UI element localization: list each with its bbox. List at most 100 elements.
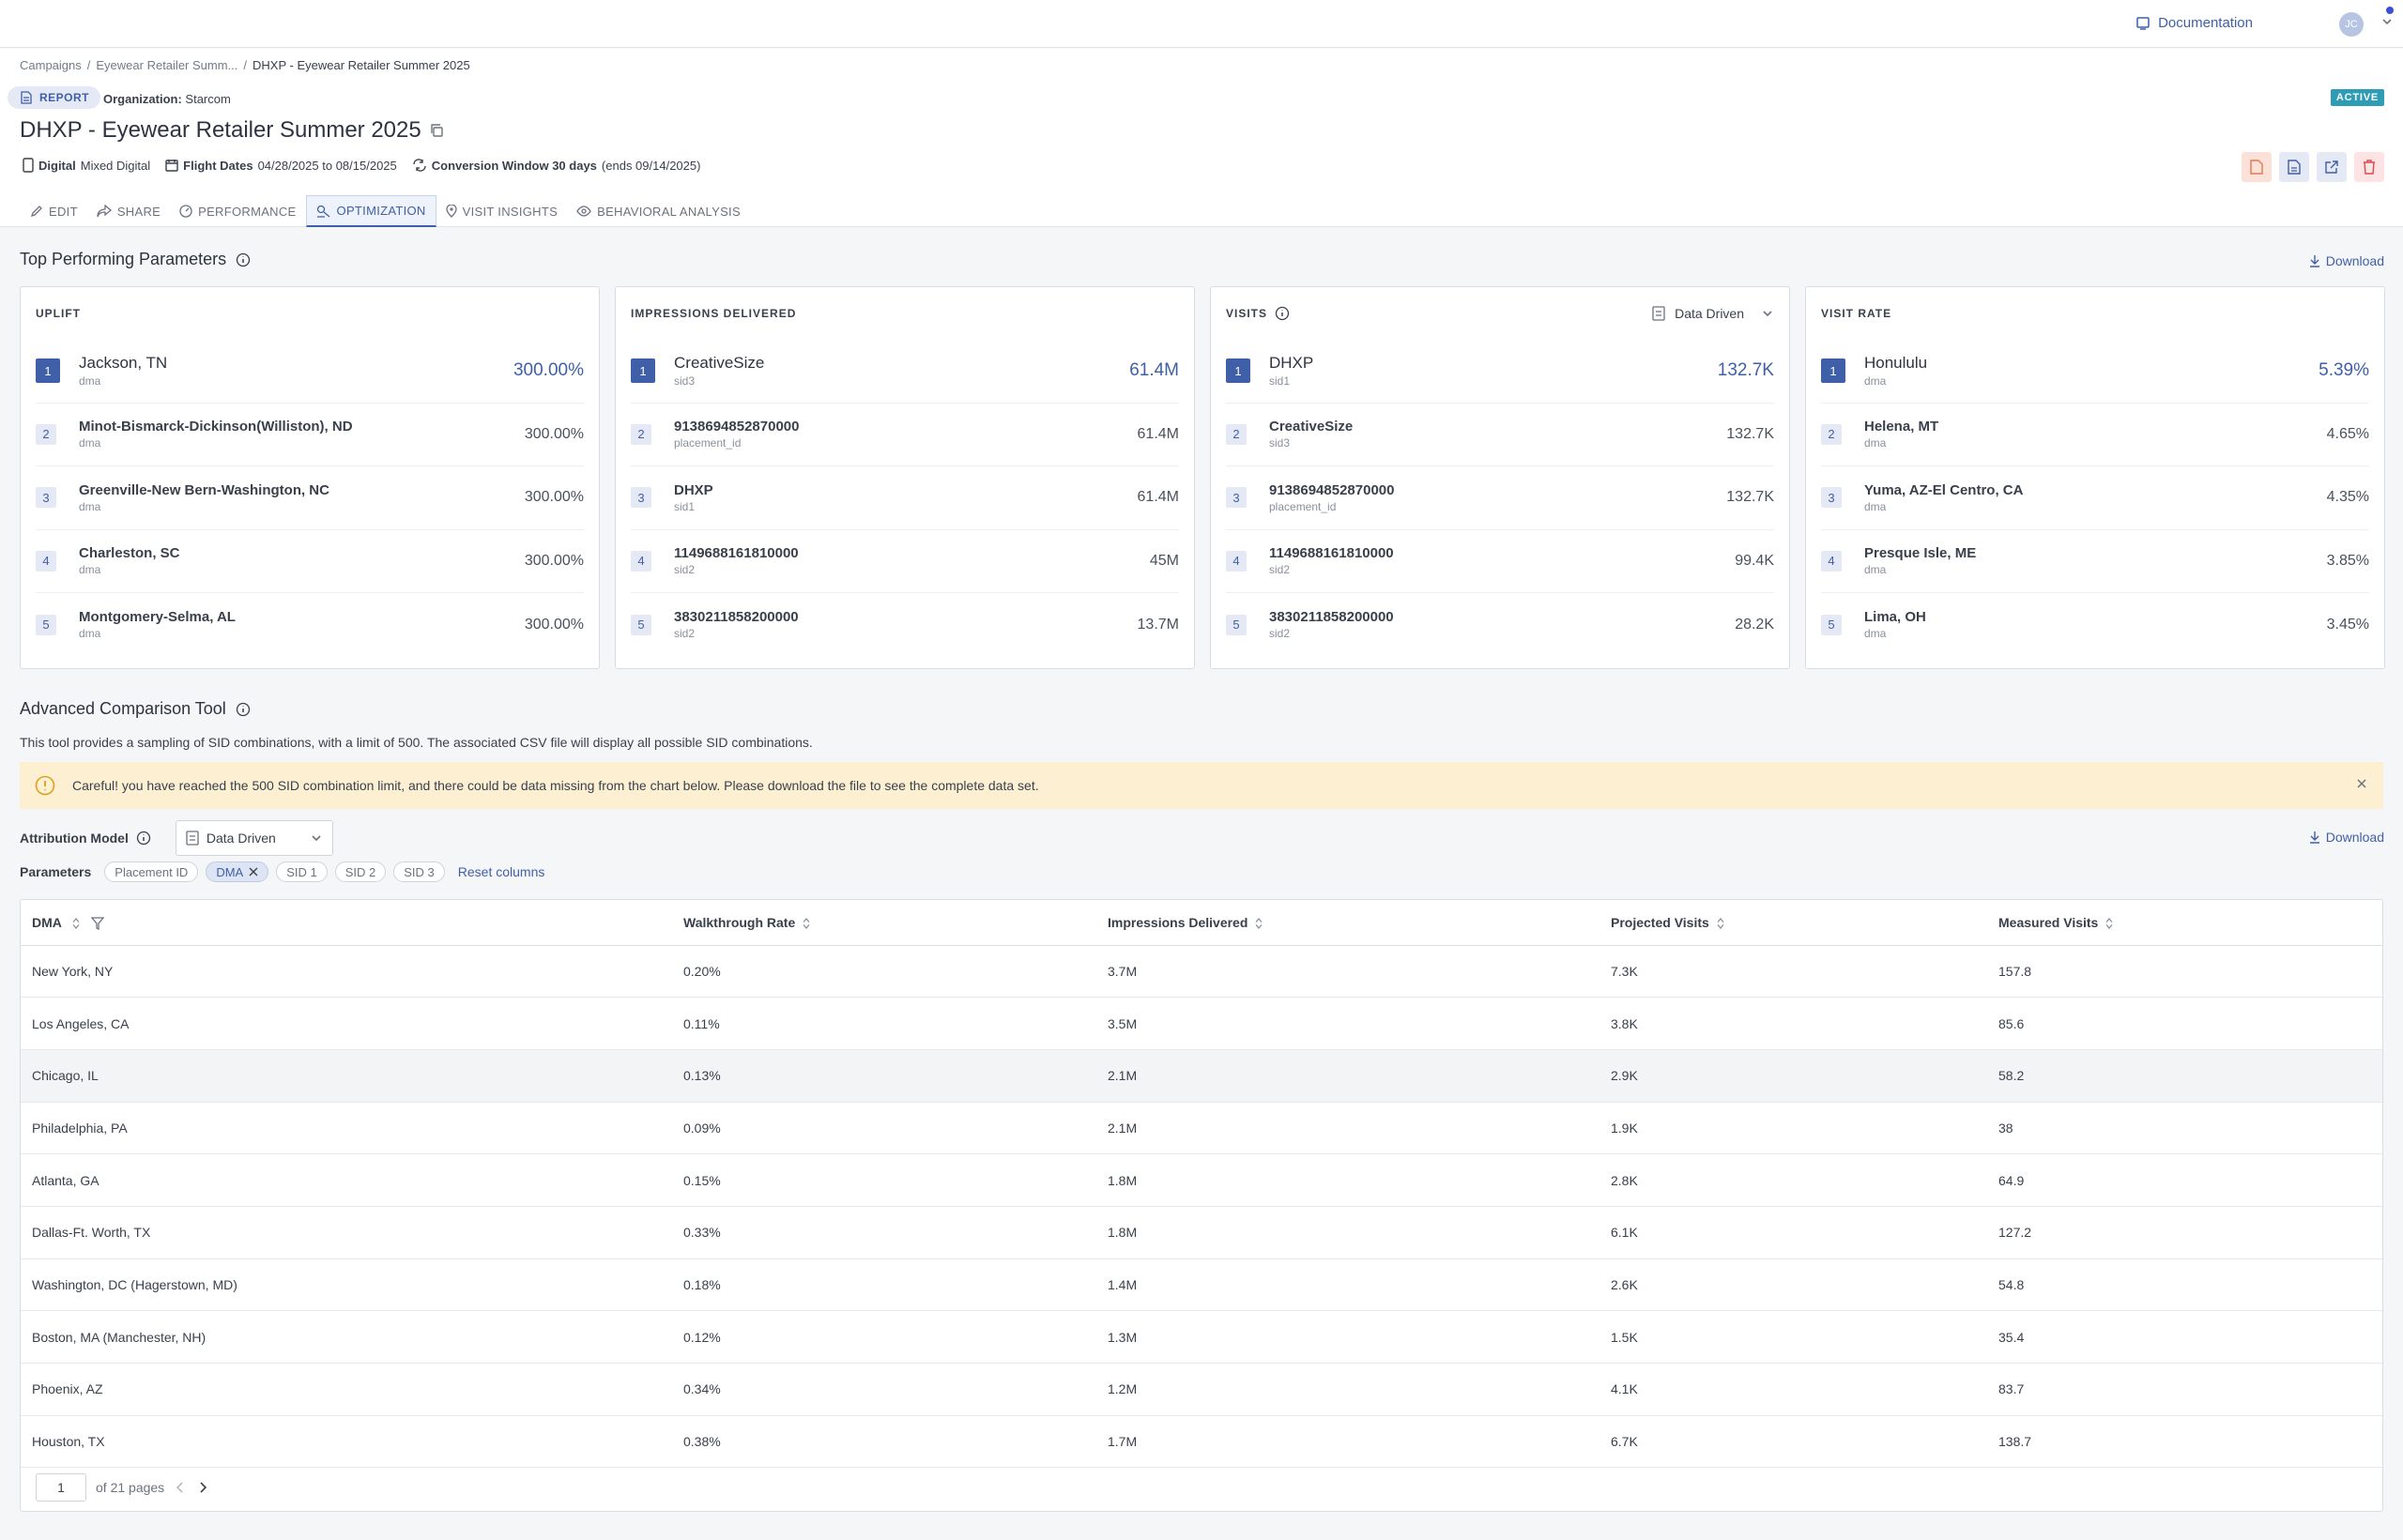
card-title: VISIT RATE [1821,307,1892,320]
share-external-button[interactable] [2317,152,2347,182]
table-row[interactable]: Dallas-Ft. Worth, TX 0.33% 1.8M 6.1K 127.2 [21,1206,2382,1259]
export-file-button[interactable] [2279,152,2309,182]
page-title: DHXP - Eyewear Retailer Summer 2025 [20,117,444,144]
visits-model-dropdown[interactable]: Data Driven [1652,306,1774,321]
chip-sid-3[interactable]: SID 3 [393,861,445,882]
sort-icon[interactable] [803,918,810,930]
sort-icon[interactable] [2105,918,2113,930]
list-item: 1 Jackson, TN dma 300.00% [36,340,584,404]
organization: Organization: Starcom [103,92,231,106]
location-pin-icon [445,205,457,218]
chevron-left-icon[interactable] [174,1481,187,1494]
eye-icon [576,206,591,217]
tab-edit[interactable]: EDIT [21,195,87,227]
column-header-dma[interactable]: DMA [21,900,672,946]
chevron-down-icon [1763,311,1772,317]
list-item: 2 CreativeSize sid3 132.7K [1226,404,1774,466]
file-icon [2288,160,2301,175]
chevron-down-icon [312,835,321,842]
list-item: 1 Honululu dma 5.39% [1821,340,2369,404]
list-item: 4 Presque Isle, ME dma 3.85% [1821,530,2369,593]
tab-share[interactable]: SHARE [87,195,170,227]
column-header-measured-visits[interactable]: Measured Visits [1987,900,2382,946]
close-icon[interactable] [2355,777,2368,790]
calendar-icon [165,160,178,172]
tab-optimization[interactable]: OPTIMIZATION [305,195,436,227]
table-row[interactable]: Atlanta, GA 0.15% 1.8M 2.8K 64.9 [21,1153,2382,1207]
reset-columns-link[interactable]: Reset columns [458,864,545,879]
filter-icon[interactable] [91,917,105,930]
card-title: IMPRESSIONS DELIVERED [631,307,797,320]
top-params-title: Top Performing Parameters [20,250,251,269]
breadcrumb-campaign-group[interactable]: Eyewear Retailer Summ... [96,58,237,72]
copy-icon[interactable] [429,123,444,138]
card-uplift: UPLIFT 1 Jackson, TN dma 300.00% 2 Minot-Bis… [20,286,600,669]
info-icon[interactable] [236,702,251,717]
chevron-right-icon[interactable] [196,1481,209,1494]
breadcrumb: Campaigns / Eyewear Retailer Summ... / D… [20,58,470,72]
device-icon [23,158,34,173]
list-item: 3 9138694852870000 placement_id 132.7K [1226,466,1774,530]
table-row[interactable]: Washington, DC (Hagerstown, MD) 0.18% 1.4M… [21,1258,2382,1312]
table-row[interactable]: New York, NY 0.20% 3.7M 7.3K 157.8 [21,945,2382,999]
table-row[interactable]: Phoenix, AZ 0.34% 1.2M 4.1K 83.7 [21,1363,2382,1416]
chip-dma[interactable]: DMA [206,861,269,882]
chip-placement-id[interactable]: Placement ID [104,861,199,882]
export-pdf-button[interactable] [2242,152,2272,182]
list-item: 4 Charleston, SC dma 300.00% [36,530,584,593]
user-avatar[interactable]: JC [2339,12,2364,37]
report-icon [21,91,32,104]
card-visit-rate: VISIT RATE 1 Honululu dma 5.39% 2 Helena, MT… [1805,286,2385,669]
attribution-model-row: Attribution Model Data Driven [20,820,333,856]
tab-behavioral-analysis[interactable]: BEHAVIORAL ANALYSIS [567,195,750,227]
card-visits: VISITS Data Driven 1 DHXP sid1 132.7K 2 Crea… [1210,286,1790,669]
chip-sid-2[interactable]: SID 2 [334,861,387,882]
conversion-window: Conversion Window 30 days (ends 09/14/202… [412,159,700,173]
download-icon [2309,255,2319,267]
list-item: 5 Lima, OH dma 3.45% [1821,593,2369,657]
model-icon [1652,306,1665,321]
attribution-model-select[interactable]: Data Driven [175,820,333,856]
model-icon [186,831,199,846]
campaign-meta: Digital Mixed Digital Flight Dates 04/28/2… [23,158,700,173]
close-icon[interactable] [249,867,258,877]
table-row[interactable]: Chicago, IL 0.13% 2.1M 2.9K 58.2 [21,1049,2382,1103]
table-row[interactable]: Philadelphia, PA 0.09% 2.1M 1.9K 38 [21,1102,2382,1155]
info-icon[interactable] [1275,306,1290,321]
list-item: 5 3830211858200000 sid2 28.2K [1226,593,1774,657]
tab-visit-insights[interactable]: VISIT INSIGHTS [436,195,567,227]
documentation-link[interactable]: Documentation [2135,15,2253,31]
documentation-label: Documentation [2158,15,2253,31]
delete-button[interactable] [2354,152,2384,182]
documentation-icon [2136,16,2150,30]
info-icon[interactable] [236,252,251,267]
parameters-row: Parameters Placement ID DMA SID 1 SID 2 … [20,861,544,882]
info-icon[interactable] [136,831,151,846]
column-header-projected-visits[interactable]: Projected Visits [1599,900,1987,946]
sort-icon[interactable] [1717,918,1724,930]
tab-performance[interactable]: PERFORMANCE [170,195,305,227]
top-params-download-button[interactable]: Download [2309,253,2384,268]
chip-sid-1[interactable]: SID 1 [276,861,328,882]
table-row[interactable]: Houston, TX 0.38% 1.7M 6.7K 138.7 [21,1415,2382,1469]
report-tabs: EDIT SHARE PERFORMANCE OPTIMIZATION VISI… [21,195,750,227]
comparison-description: This tool provides a sampling of SID com… [20,735,813,750]
sort-icon[interactable] [72,917,80,929]
refresh-icon [413,159,426,172]
table-row[interactable]: Boston, MA (Manchester, NH) 0.12% 1.3M 1.5K… [21,1310,2382,1364]
download-icon [2309,831,2319,844]
warning-icon [35,775,55,796]
card-title: UPLIFT [36,307,81,320]
comparison-download-button[interactable]: Download [2309,830,2384,845]
column-header-impressions-delivered[interactable]: Impressions Delivered [1096,900,1599,946]
table-row[interactable]: Los Angeles, CA 0.11% 3.5M 3.8K 85.6 [21,997,2382,1050]
pdf-icon [2250,160,2263,175]
breadcrumb-campaigns[interactable]: Campaigns [20,58,82,72]
sort-icon[interactable] [1255,918,1263,930]
page-number-input[interactable]: 1 [36,1473,86,1502]
share-icon [97,205,112,218]
report-header: Campaigns / Eyewear Retailer Summ... / D… [0,49,2403,227]
column-header-walkthrough-rate[interactable]: Walkthrough Rate [672,900,1096,946]
chevron-down-icon[interactable] [2380,15,2394,28]
list-item: 4 1149688161810000 sid2 45M [631,530,1179,593]
